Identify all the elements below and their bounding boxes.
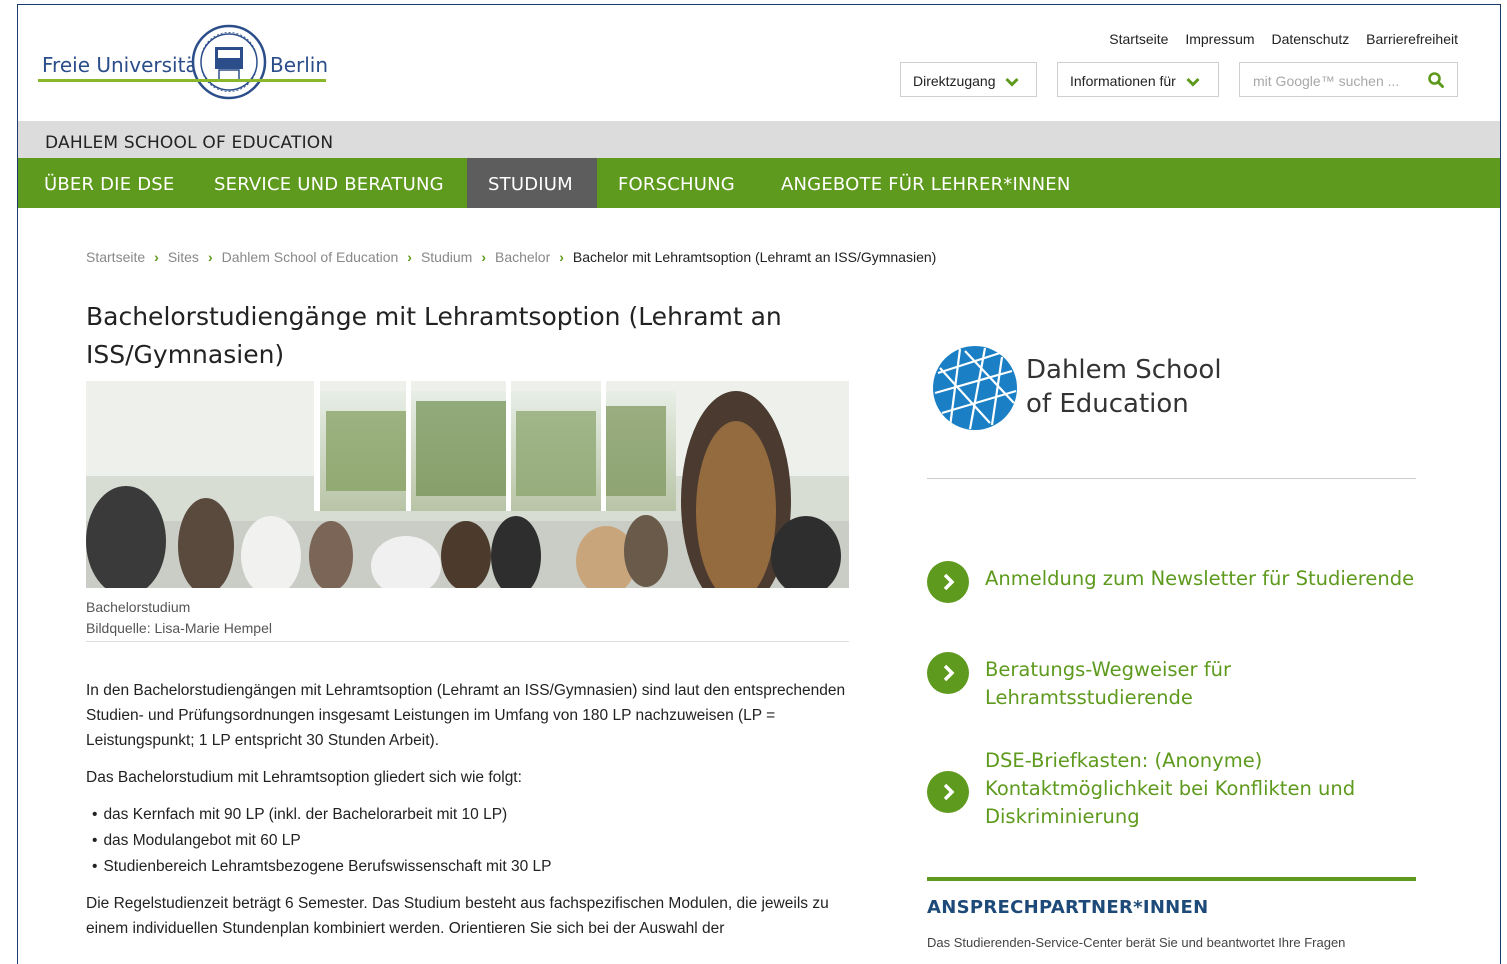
service-link-impressum[interactable]: Impressum xyxy=(1185,31,1254,47)
search-placeholder: mit Google™ suchen ... xyxy=(1253,73,1400,89)
list-item: das Modulangebot mit 60 LP xyxy=(86,828,551,854)
sidebar-link-label: DSE-Briefkasten: (Anonyme) Kontaktmöglic… xyxy=(985,749,1356,828)
breadcrumb-item[interactable]: Sites xyxy=(168,249,199,265)
direktzugang-dropdown[interactable]: Direktzugang xyxy=(900,62,1037,97)
nav-item-service-und-beratung[interactable]: SERVICE UND BERATUNG xyxy=(194,158,464,208)
informationen-dropdown[interactable]: Informationen für xyxy=(1057,62,1219,97)
service-link-barrierefreiheit[interactable]: Barrierefreiheit xyxy=(1366,31,1458,47)
contact-text: Das Studierenden-Service-Center berät Si… xyxy=(927,935,1346,950)
caption-source: Bildquelle: Lisa-Marie Hempel xyxy=(86,620,272,636)
direktzugang-label: Direktzugang xyxy=(913,73,996,89)
structure-paragraph: Das Bachelorstudium mit Lehramtsoption g… xyxy=(86,769,522,786)
sidebar-link-label: Beratungs-Wegweiser für Lehramtsstudiere… xyxy=(985,658,1231,709)
dse-logo-line2: of Education xyxy=(1026,389,1189,419)
page-frame: Freie Universität Berlin Startseite Impr… xyxy=(17,4,1501,964)
chevron-right-icon: › xyxy=(559,249,564,265)
sidebar-link-label: Anmeldung zum Newsletter für Studierende xyxy=(985,567,1415,590)
search-input[interactable]: mit Google™ suchen ... xyxy=(1239,62,1458,97)
dse-logo[interactable]: Dahlem School of Education xyxy=(930,343,1250,438)
main-nav: ÜBER DIE DSE SERVICE UND BERATUNG STUDIU… xyxy=(18,158,1500,208)
list-item: Studienbereich Lehramtsbezogene Berufswi… xyxy=(86,854,551,880)
dse-logo-text: Dahlem School of Education xyxy=(1026,353,1222,421)
nav-item-forschung[interactable]: FORSCHUNG xyxy=(598,158,755,208)
breadcrumb-current: Bachelor mit Lehramtsoption (Lehramt an … xyxy=(572,249,937,265)
chevron-right-circle-icon xyxy=(927,561,969,603)
structure-list: das Kernfach mit 90 LP (inkl. der Bachel… xyxy=(86,802,551,880)
service-nav: Startseite Impressum Datenschutz Barrier… xyxy=(1096,31,1458,47)
sidebar-divider xyxy=(927,478,1416,479)
contact-heading: ANSPRECHPARTNER*INNEN xyxy=(927,897,1209,918)
breadcrumb-item[interactable]: Bachelor xyxy=(495,249,550,265)
regelstudienzeit-paragraph: Die Regelstudienzeit beträgt 6 Semester.… xyxy=(86,895,829,937)
logo-underline xyxy=(38,79,326,82)
institute-bar: DAHLEM SCHOOL OF EDUCATION xyxy=(18,121,1500,158)
intro-paragraph: In den Bachelorstudiengängen mit Lehramt… xyxy=(86,682,846,749)
nav-item-ueber-die-dse[interactable]: ÜBER DIE DSE xyxy=(24,158,194,208)
service-link-datenschutz[interactable]: Datenschutz xyxy=(1271,31,1349,47)
chevron-down-icon xyxy=(1186,78,1200,87)
logo-text-right: Berlin xyxy=(270,53,329,77)
hero-image xyxy=(86,381,849,588)
contact-divider xyxy=(927,877,1416,881)
list-item: das Kernfach mit 90 LP (inkl. der Bachel… xyxy=(86,802,551,828)
chevron-down-icon xyxy=(1005,78,1019,87)
dse-logo-line1: Dahlem School xyxy=(1026,355,1222,385)
breadcrumb: Startseite › Sites › Dahlem School of Educat… xyxy=(86,249,936,265)
fu-seal-icon xyxy=(191,24,267,100)
breadcrumb-item[interactable]: Dahlem School of Education xyxy=(222,249,399,265)
chevron-right-icon: › xyxy=(481,249,486,265)
logo-text-left: Freie Universität xyxy=(42,53,206,77)
chevron-right-circle-icon xyxy=(927,652,969,694)
search-icon[interactable] xyxy=(1427,71,1445,89)
image-caption: Bachelorstudium Bildquelle: Lisa-Marie H… xyxy=(86,597,272,639)
informationen-label: Informationen für xyxy=(1070,73,1176,89)
institute-name[interactable]: DAHLEM SCHOOL OF EDUCATION xyxy=(45,133,333,153)
page-title: Bachelorstudiengänge mit Lehramtsoption … xyxy=(86,302,782,369)
chevron-right-icon: › xyxy=(154,249,159,265)
fu-logo[interactable]: Freie Universität Berlin xyxy=(38,23,338,100)
nav-item-angebote-fuer-lehrerinnen[interactable]: ANGEBOTE FÜR LEHRER*INNEN xyxy=(761,158,1091,208)
nav-item-studium[interactable]: STUDIUM xyxy=(467,158,597,208)
caption-title: Bachelorstudium xyxy=(86,599,191,615)
dse-globe-icon xyxy=(933,346,1017,430)
breadcrumb-item[interactable]: Startseite xyxy=(86,249,145,265)
breadcrumb-item[interactable]: Studium xyxy=(421,249,472,265)
caption-divider xyxy=(86,641,849,642)
chevron-right-icon: › xyxy=(407,249,412,265)
service-link-startseite[interactable]: Startseite xyxy=(1109,31,1168,47)
chevron-right-icon: › xyxy=(207,249,213,265)
chevron-right-circle-icon xyxy=(927,771,969,813)
